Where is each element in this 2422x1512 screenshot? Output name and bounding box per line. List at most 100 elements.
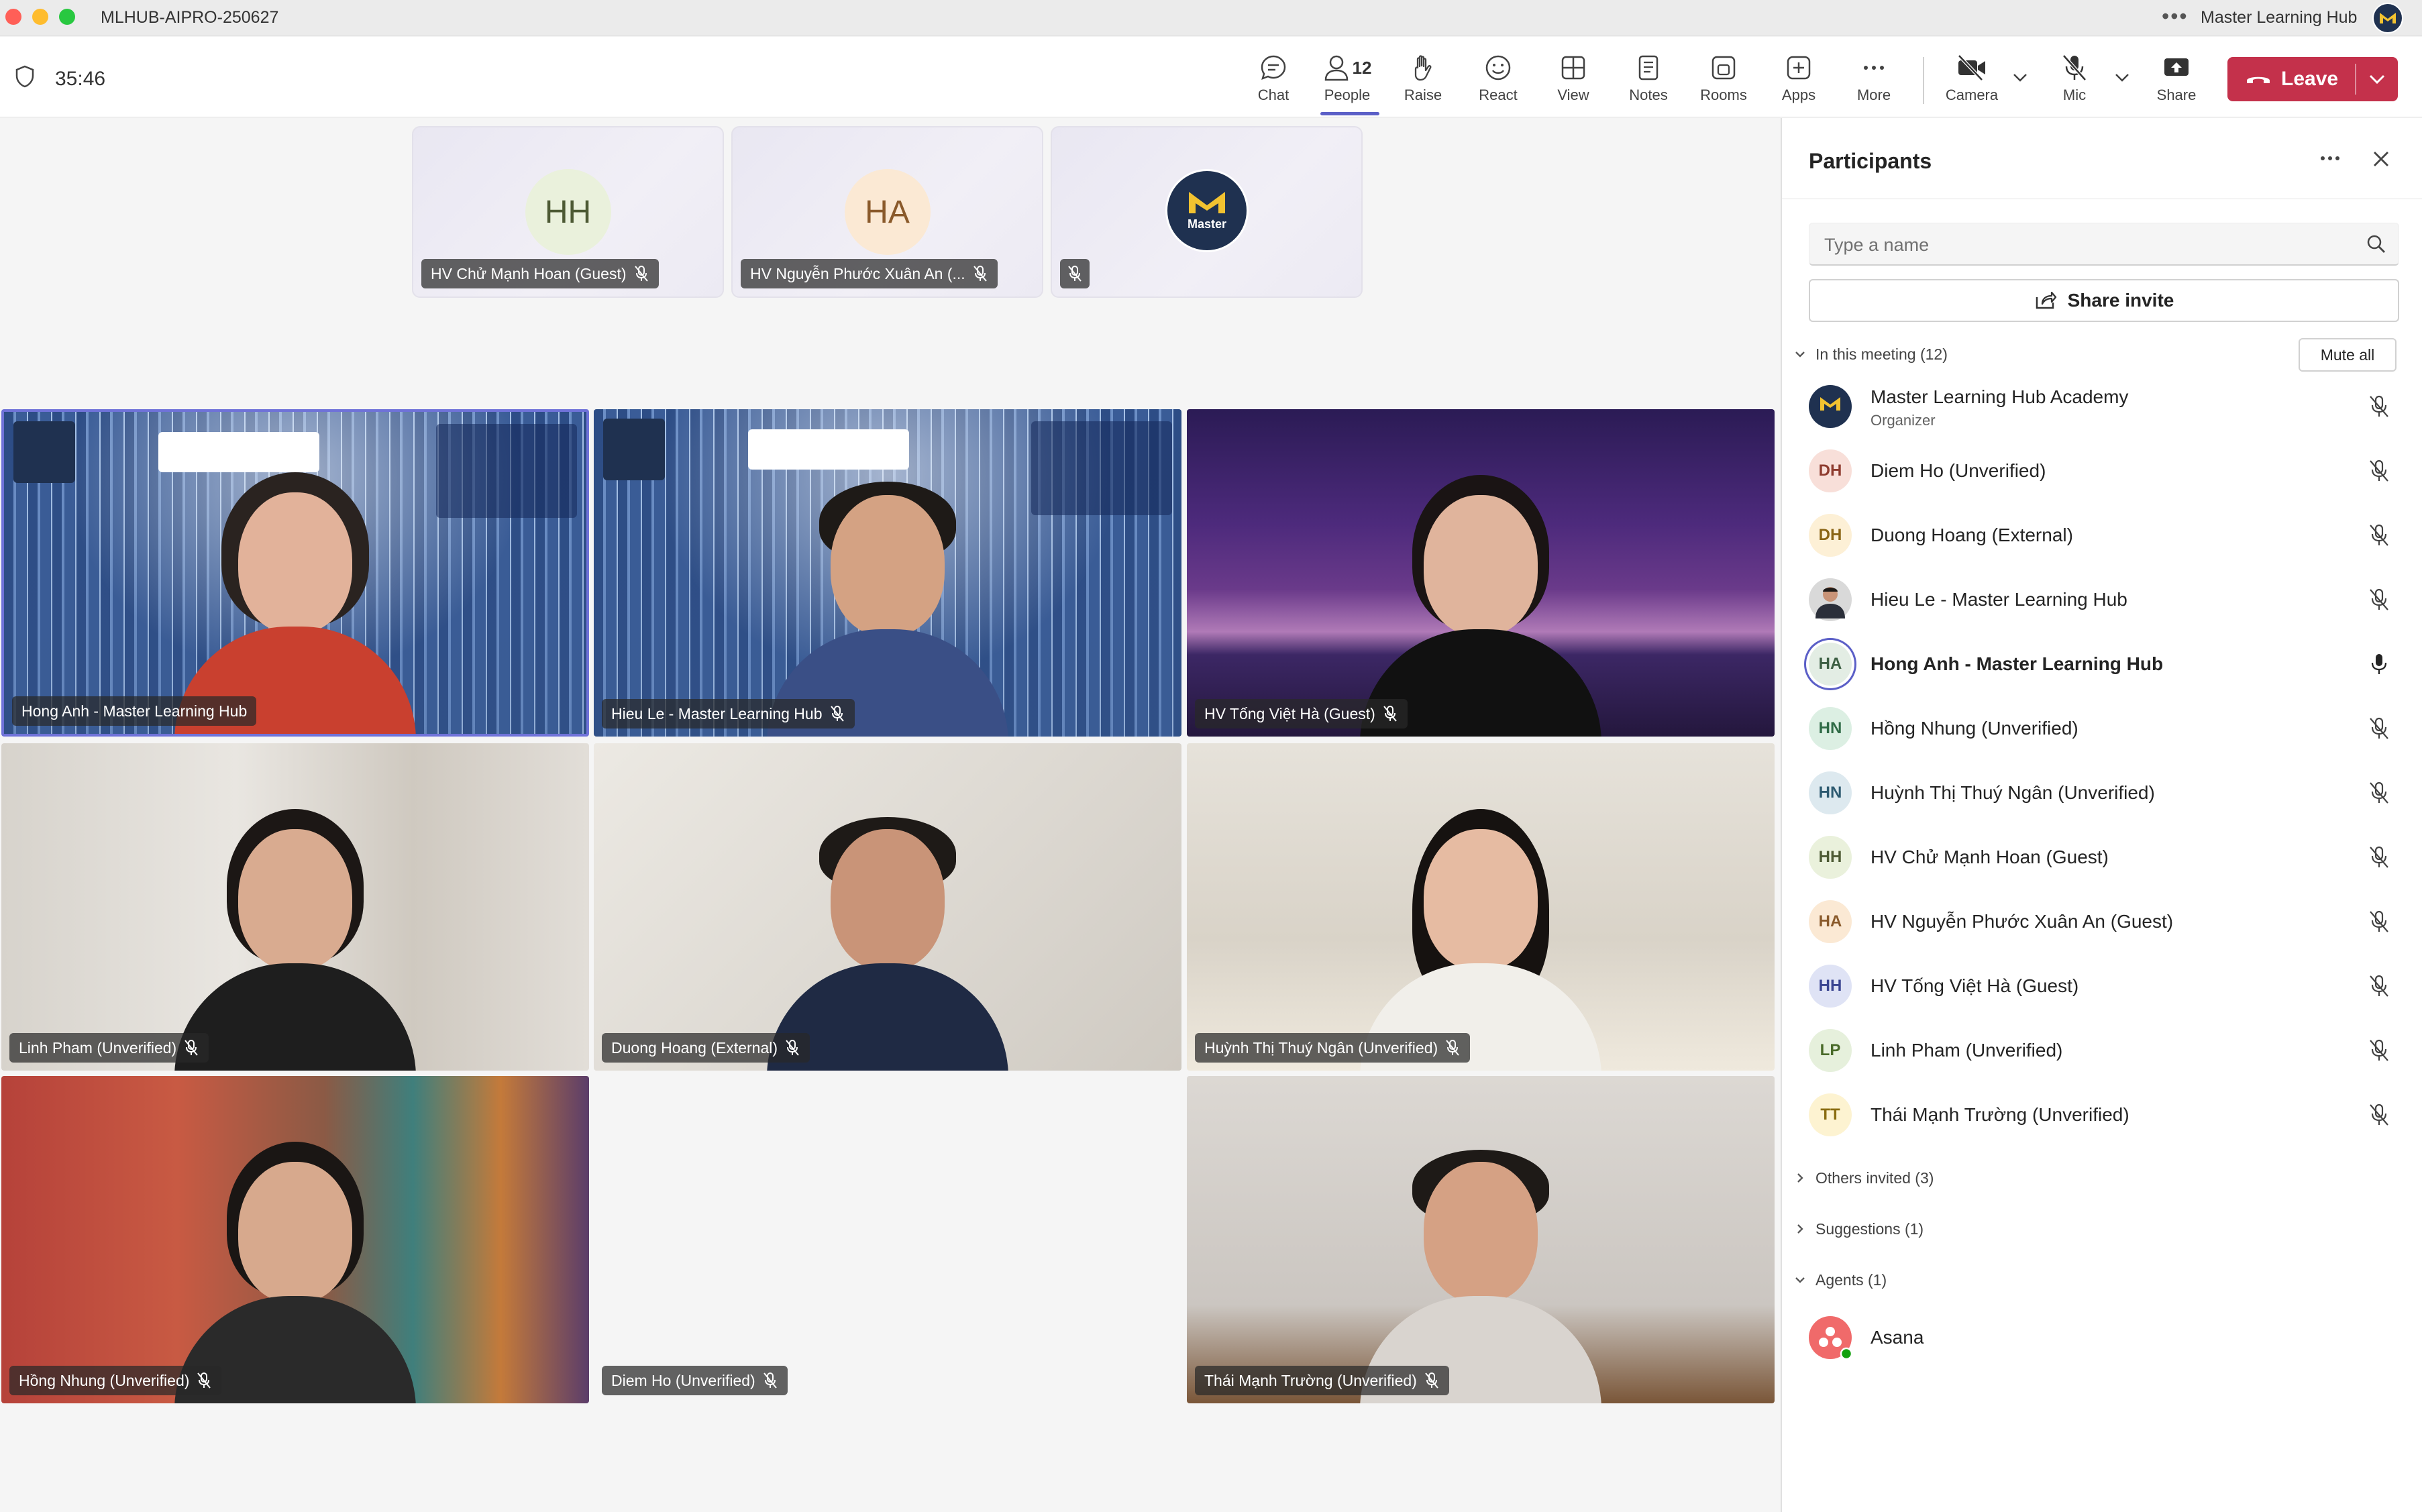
muted-mic-icon[interactable] [2367,781,2391,808]
muted-mic-icon[interactable] [2367,974,2391,1002]
account-name[interactable]: Master Learning Hub [2201,8,2357,28]
muted-mic-icon[interactable] [2367,1038,2391,1066]
muted-mic-icon[interactable] [2367,588,2391,615]
share-button[interactable]: Share [2143,52,2210,105]
notes-icon [1638,55,1658,80]
participant-row[interactable]: HH HV Tống Việt Hà (Guest) [1809,959,2399,1013]
muted-mic-icon [973,266,987,282]
rooms-button[interactable]: Rooms [1690,52,1757,105]
audio-tile[interactable]: HA HV Nguyễn Phước Xuân An (... [731,126,1043,298]
meeting-timer: 35:46 [55,68,106,90]
video-tile[interactable]: Thái Mạnh Trường (Unverified) [1187,1076,1775,1403]
participant-row[interactable]: HH HV Chử Mạnh Hoan (Guest) [1809,830,2399,884]
participant-row[interactable]: Master Learning Hub Academy Organizer [1809,380,2399,433]
participant-row[interactable]: HN Huỳnh Thị Thuý Ngân (Unverified) [1809,766,2399,820]
participant-video [174,802,416,1071]
muted-mic-icon [1383,706,1397,722]
zoom-window-button[interactable] [59,9,75,25]
search-icon[interactable] [2365,233,2388,256]
suggestions-section[interactable]: Suggestions (1) [1793,1216,1924,1242]
participant-row[interactable]: DH Duong Hoang (External) [1809,508,2399,562]
apps-button[interactable]: Apps [1765,52,1832,105]
audio-tile[interactable]: Master [1051,126,1363,298]
audio-tile[interactable]: HH HV Chử Mạnh Hoan (Guest) [412,126,724,298]
notes-label: Notes [1629,87,1668,103]
mic-button[interactable]: Mic [2041,52,2108,105]
muted-mic-icon[interactable] [2367,394,2391,422]
video-tile[interactable]: Hong Anh - Master Learning Hub [1,409,589,737]
muted-mic-icon [197,1372,211,1389]
close-window-button[interactable] [5,9,21,25]
share-label: Share [2156,87,2197,103]
video-tile[interactable]: Linh Pham (Unverified) [1,743,589,1071]
view-button[interactable]: View [1540,52,1607,105]
mute-all-button[interactable]: Mute all [2299,338,2397,372]
participant-avatar: HN [1809,707,1852,750]
account-avatar[interactable] [2372,3,2403,34]
panel-more-icon[interactable] [2319,152,2341,165]
participant-avatar: DH [1809,514,1852,557]
muted-mic-icon[interactable] [2367,845,2391,873]
video-tile[interactable]: Hieu Le - Master Learning Hub [594,409,1181,737]
title-bar: MLHUB-AIPRO-250627 ••• Master Learning H… [0,0,2422,36]
video-tile[interactable]: HV Tống Việt Hà (Guest) [1187,409,1775,737]
muted-mic-icon[interactable] [2367,716,2391,744]
agents-section[interactable]: Agents (1) [1793,1266,1887,1293]
chat-button[interactable]: Chat [1240,52,1307,105]
video-tile[interactable]: Duong Hoang (External) [594,743,1181,1071]
mic-on-icon[interactable] [2367,652,2391,680]
shield-icon [15,65,34,88]
notes-button[interactable]: Notes [1615,52,1682,105]
toolbar-divider [1923,57,1924,104]
participant-row[interactable]: HA Hong Anh - Master Learning Hub [1809,637,2399,691]
participant-row[interactable]: HA HV Nguyễn Phước Xuân An (Guest) [1809,895,2399,949]
tile-name-label: Hieu Le - Master Learning Hub [602,699,855,728]
participant-row[interactable]: HN Hồng Nhung (Unverified) [1809,702,2399,755]
muted-mic-icon[interactable] [2367,1103,2391,1130]
close-icon[interactable] [2371,149,2391,169]
leave-options-chevron-icon[interactable] [2367,69,2387,89]
share-invite-button[interactable]: Share invite [1809,279,2399,322]
participant-search-box[interactable] [1809,223,2399,266]
more-actions-button[interactable]: More [1840,52,1907,105]
participant-row[interactable]: DH Diem Ho (Unverified) [1809,444,2399,498]
tile-name-label [1060,259,1090,288]
mic-off-icon [2370,717,2388,739]
participant-avatar: HA [1809,900,1852,943]
mic-options-chevron-icon[interactable] [2113,70,2131,84]
camera-options-chevron-icon[interactable] [2011,70,2029,84]
participant-avatar: HA [844,169,931,255]
svg-text:Master: Master [1187,217,1226,231]
tile-name-label: Thái Mạnh Trường (Unverified) [1195,1366,1449,1395]
participant-avatar [1809,578,1852,621]
people-button[interactable]: 12 People [1314,52,1381,105]
video-tile[interactable]: Hồng Nhung (Unverified) [1,1076,589,1403]
agent-row-asana[interactable]: Asana [1809,1311,2399,1364]
participant-name: Duong Hoang (External) [1871,525,2073,545]
agent-name: Asana [1871,1327,1924,1348]
raise-hand-button[interactable]: Raise [1389,52,1457,105]
mic-off-icon [2370,460,2388,482]
muted-mic-icon[interactable] [2367,910,2391,937]
people-active-indicator [1320,112,1379,115]
participant-name: HV Tống Việt Hà (Guest) [1871,975,2079,996]
mic-off-icon [2370,588,2388,610]
camera-button[interactable]: Camera [1938,52,2005,105]
leave-button[interactable]: Leave [2227,57,2398,101]
share-invite-label: Share invite [2067,290,2174,311]
participant-row[interactable]: Hieu Le - Master Learning Hub [1809,573,2399,627]
video-tile[interactable]: Huỳnh Thị Thuý Ngân (Unverified) [1187,743,1775,1071]
empty-video-tile[interactable]: Diem Ho (Unverified) [594,1076,1181,1403]
participant-search-input[interactable] [1824,233,2334,257]
in-meeting-section-header[interactable]: In this meeting (12) [1793,341,1948,368]
react-button[interactable]: React [1465,52,1532,105]
minimize-window-button[interactable] [32,9,48,25]
muted-mic-icon[interactable] [2367,523,2391,551]
tile-name-label: HV Nguyễn Phước Xuân An (... [741,259,998,288]
participant-row[interactable]: TT Thái Mạnh Trường (Unverified) [1809,1088,2399,1142]
window-more-icon[interactable]: ••• [2162,4,2189,29]
tile-name: Hieu Le - Master Learning Hub [611,704,823,722]
others-invited-section[interactable]: Others invited (3) [1793,1165,1934,1191]
muted-mic-icon[interactable] [2367,459,2391,486]
participant-row[interactable]: LP Linh Pham (Unverified) [1809,1024,2399,1077]
